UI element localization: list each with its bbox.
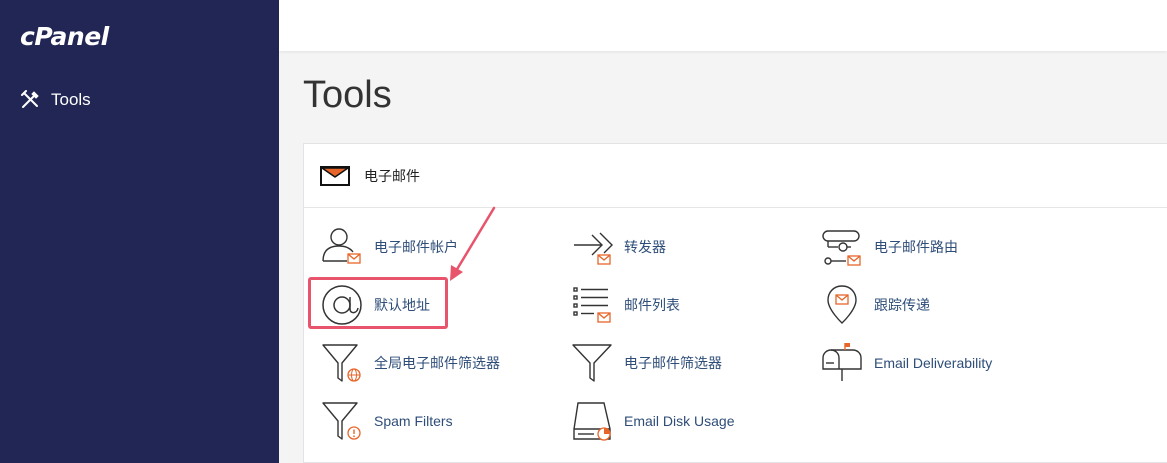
global-filter-icon (322, 344, 361, 382)
annotation-arrow (450, 206, 496, 281)
tool-label: Email Deliverability (874, 355, 993, 371)
tool-spam-filters[interactable]: Spam Filters (320, 399, 453, 443)
filter-icon (572, 344, 612, 382)
track-delivery-icon (827, 285, 857, 324)
tool-label: Email Disk Usage (624, 413, 735, 429)
tool-label: 电子邮件筛选器 (624, 355, 722, 371)
top-bar (279, 0, 1167, 51)
tool-email-filters[interactable]: 电子邮件筛选器 (570, 341, 722, 385)
mailing-lists-icon (573, 287, 611, 323)
highlight-box (308, 277, 448, 329)
tool-label: Spam Filters (374, 413, 453, 429)
disk-usage-icon (573, 402, 611, 441)
tool-label: 跟踪传递 (874, 297, 930, 313)
page-title: Tools (303, 74, 392, 116)
sidebar: cPanel Tools (0, 0, 279, 463)
tools-icon (21, 90, 39, 108)
tool-email-routing[interactable]: 电子邮件路由 (820, 225, 958, 269)
section-title: 电子邮件 (364, 167, 420, 184)
envelope-icon (320, 165, 350, 186)
tool-label: 邮件列表 (624, 297, 680, 313)
tool-email-disk-usage[interactable]: Email Disk Usage (570, 399, 734, 443)
tool-label: 全局电子邮件筛选器 (374, 355, 500, 371)
forwarders-icon (574, 232, 613, 265)
tool-label: 转发器 (624, 239, 666, 255)
email-section-header[interactable]: 电子邮件 (304, 144, 1167, 208)
tool-track-delivery[interactable]: 跟踪传递 (820, 283, 930, 327)
tool-email-accounts[interactable]: 电子邮件帐户 (320, 225, 458, 269)
tool-email-deliverability[interactable]: Email Deliverability (820, 341, 992, 385)
tool-global-email-filters[interactable]: 全局电子邮件筛选器 (320, 341, 500, 385)
sidebar-item-label: Tools (51, 90, 91, 109)
spam-filter-icon (322, 402, 361, 440)
mailbox-icon (822, 343, 862, 381)
tool-label: 电子邮件路由 (874, 239, 958, 255)
cpanel-logo[interactable]: cPanel (20, 22, 109, 51)
email-accounts-icon (322, 228, 361, 264)
email-routing-icon (822, 230, 861, 266)
tool-forwarders[interactable]: 转发器 (570, 225, 666, 269)
sidebar-item-tools[interactable]: Tools (20, 88, 91, 112)
tool-mailing-lists[interactable]: 邮件列表 (570, 283, 680, 327)
